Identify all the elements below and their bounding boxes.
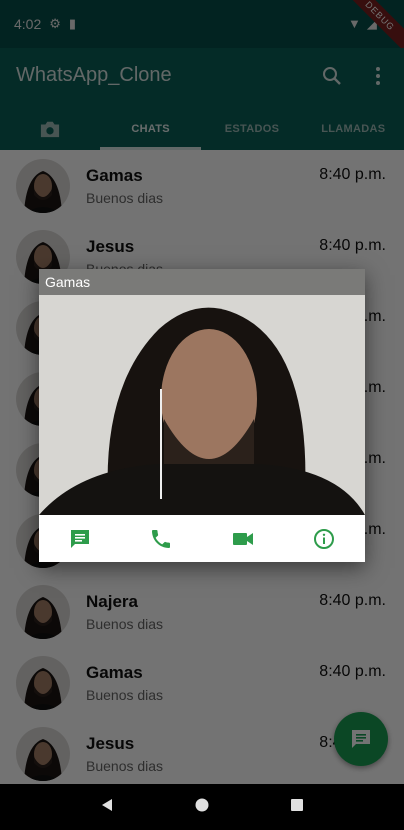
chat-name: Jesus [86, 236, 135, 256]
chat-time: 8:40 p.m. [319, 237, 386, 254]
chat-list-item[interactable]: Najera Buenos dias 8:40 p.m. [0, 576, 404, 647]
app-title: WhatsApp_Clone [16, 64, 172, 86]
phone-icon[interactable] [149, 527, 173, 551]
chat-list-item[interactable]: Gamas Buenos dias 8:40 p.m. [0, 150, 404, 221]
tab-llamadas[interactable]: LLAMADAS [303, 108, 404, 150]
chat-name: Najera [86, 591, 138, 611]
chat-name: Gamas [86, 662, 143, 682]
chat-last-message: Buenos dias [86, 686, 164, 703]
chat-last-message: Buenos dias [86, 189, 164, 206]
chat-text: Najera Buenos dias [86, 592, 163, 632]
more-vert-icon[interactable] [366, 64, 390, 88]
profile-photo[interactable]: Gamas [39, 269, 365, 515]
app-bar: WhatsApp_Clone CHATS ESTADOS LLAMADAS [0, 48, 404, 150]
chat-list-item[interactable]: Gamas Buenos dias 8:40 p.m. [0, 647, 404, 718]
tab-chats[interactable]: CHATS [100, 108, 202, 150]
avatar[interactable] [16, 726, 70, 781]
popup-actions [39, 515, 365, 562]
chat-time: 8:40 p.m. [319, 663, 386, 680]
chat-time: 8:40 p.m. [319, 592, 386, 609]
videocam-icon[interactable] [231, 527, 255, 551]
message-icon[interactable] [68, 527, 92, 551]
camera-icon [40, 121, 60, 138]
chat-last-message: Buenos dias [86, 615, 164, 632]
avatar[interactable] [16, 655, 70, 710]
settings-icon: ⚙ [49, 16, 61, 31]
recents-icon[interactable] [289, 797, 305, 818]
avatar[interactable] [16, 158, 70, 213]
chat-icon [352, 730, 370, 748]
tab-bar: CHATS ESTADOS LLAMADAS [0, 108, 404, 150]
system-nav-bar [0, 784, 404, 830]
chat-text: Gamas Buenos dias [86, 166, 163, 206]
tab-estados[interactable]: ESTADOS [201, 108, 302, 150]
popup-contact-name: Gamas [39, 269, 365, 295]
chat-name: Gamas [86, 165, 143, 185]
home-icon[interactable] [194, 797, 210, 818]
chat-time: 8:40 p.m. [319, 166, 386, 183]
back-icon[interactable] [99, 797, 115, 818]
chat-text: Gamas Buenos dias [86, 663, 163, 703]
chat-last-message: Buenos dias [86, 757, 164, 774]
sim-card-icon: ▮ [68, 16, 77, 31]
profile-popup: Gamas [39, 269, 365, 562]
avatar[interactable] [16, 584, 70, 639]
status-time: 4:02 [14, 16, 42, 32]
search-icon[interactable] [320, 64, 344, 88]
new-chat-fab[interactable] [334, 712, 388, 766]
wifi-icon: ▼ [347, 16, 361, 31]
status-bar: 4:02 ⚙ ▮ ▼ ◢ ▮ DEBUG [0, 0, 404, 58]
chat-text: Jesus Buenos dias [86, 734, 163, 774]
chat-name: Jesus [86, 733, 135, 753]
info-icon[interactable] [312, 527, 336, 551]
tab-camera[interactable] [0, 108, 100, 150]
